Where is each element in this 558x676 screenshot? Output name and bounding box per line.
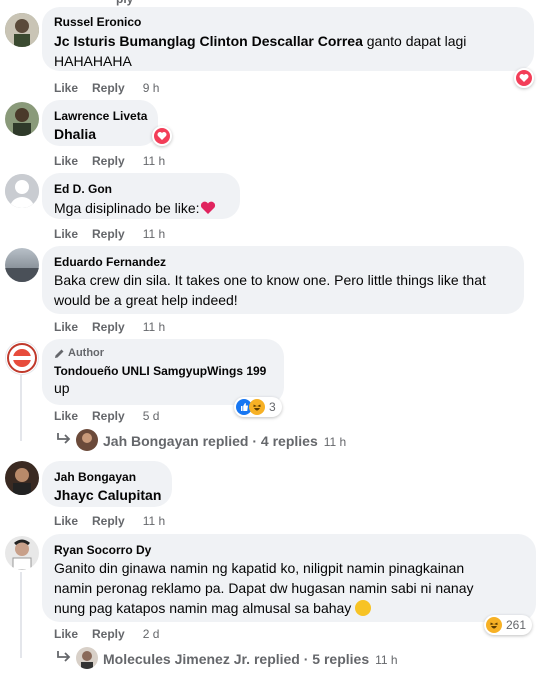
like-link[interactable]: Like: [54, 409, 78, 423]
reply-link[interactable]: Reply: [92, 409, 125, 423]
timestamp[interactable]: 11 h: [143, 514, 165, 528]
tagged-user[interactable]: Jc Isturis Bumanglag Clinton Descallar C…: [54, 33, 363, 49]
avatar[interactable]: [5, 174, 39, 208]
thread-line: [20, 572, 22, 658]
commenter-name[interactable]: Lawrence Liveta: [54, 109, 147, 123]
reply-link[interactable]: Reply: [92, 81, 125, 95]
reply-arrow-icon: [57, 651, 71, 662]
timestamp[interactable]: 11 h: [143, 154, 165, 168]
avatar[interactable]: [5, 536, 39, 570]
avatar[interactable]: [5, 461, 39, 495]
like-link[interactable]: Like: [54, 627, 78, 641]
commenter-name[interactable]: Tondoueño UNLI SamgyupWings 199: [54, 364, 266, 378]
reaction-summary[interactable]: 261: [484, 615, 533, 635]
like-link[interactable]: Like: [54, 154, 78, 168]
reply-link-partial[interactable]: ply: [116, 0, 133, 6]
commenter-name[interactable]: Eduardo Fernandez: [54, 255, 166, 269]
comment-text: Dhalia: [54, 126, 97, 142]
timestamp[interactable]: 2 d: [143, 627, 160, 641]
comment-text: Jhayc Calupitan: [54, 487, 162, 503]
page-logo-avatar[interactable]: [5, 341, 39, 375]
view-replies-link[interactable]: Jah Bongayan replied · 4 replies 11 h: [103, 433, 346, 449]
pencil-icon: [55, 349, 64, 358]
avatar[interactable]: [76, 429, 98, 451]
timestamp[interactable]: 11 h: [143, 320, 165, 334]
timestamp[interactable]: 9 h: [143, 81, 160, 95]
avatar[interactable]: [76, 647, 98, 669]
comment-text: Baka crew din sila. It takes one to know…: [54, 272, 486, 308]
commenter-name[interactable]: Jah Bongayan: [54, 470, 136, 484]
commenter-name[interactable]: Russel Eronico: [54, 15, 141, 29]
avatar[interactable]: [5, 102, 39, 136]
like-link[interactable]: Like: [54, 227, 78, 241]
haha-reaction-icon: [486, 617, 502, 633]
view-replies-link[interactable]: Molecules Jimenez Jr. replied · 5 replie…: [103, 651, 398, 667]
like-link[interactable]: Like: [54, 320, 78, 334]
reply-link[interactable]: Reply: [92, 514, 125, 528]
reaction-summary[interactable]: 3: [234, 397, 282, 417]
comment-text: Jc Isturis Bumanglag Clinton Descallar C…: [54, 33, 467, 69]
reply-link[interactable]: Reply: [92, 227, 125, 241]
avatar[interactable]: [5, 13, 39, 47]
commenter-name[interactable]: Ed D. Gon: [54, 182, 112, 196]
heart-emoji-icon: [200, 201, 215, 214]
timestamp[interactable]: 5 d: [143, 409, 160, 423]
reply-link[interactable]: Reply: [92, 320, 125, 334]
reply-arrow-icon: [57, 433, 71, 444]
haha-reaction-icon: [249, 399, 265, 415]
heart-reaction-icon[interactable]: [152, 126, 172, 146]
heart-reaction-icon[interactable]: [514, 68, 534, 88]
comment-text: Ganito din ginawa namin ng kapatid ko, n…: [54, 560, 474, 616]
comment-text: Mga disiplinado be like:: [54, 198, 216, 218]
reply-link[interactable]: Reply: [92, 627, 125, 641]
reply-link[interactable]: Reply: [92, 154, 125, 168]
commenter-name[interactable]: Ryan Socorro Dy: [54, 543, 151, 557]
timestamp[interactable]: 11 h: [143, 227, 165, 241]
comment-text: up: [54, 380, 70, 396]
relieved-face-emoji-icon: [355, 600, 372, 616]
like-link[interactable]: Like: [54, 514, 78, 528]
thread-line: [20, 375, 22, 441]
like-link[interactable]: Like: [54, 81, 78, 95]
author-badge: Author: [54, 347, 104, 359]
avatar[interactable]: [5, 248, 39, 282]
